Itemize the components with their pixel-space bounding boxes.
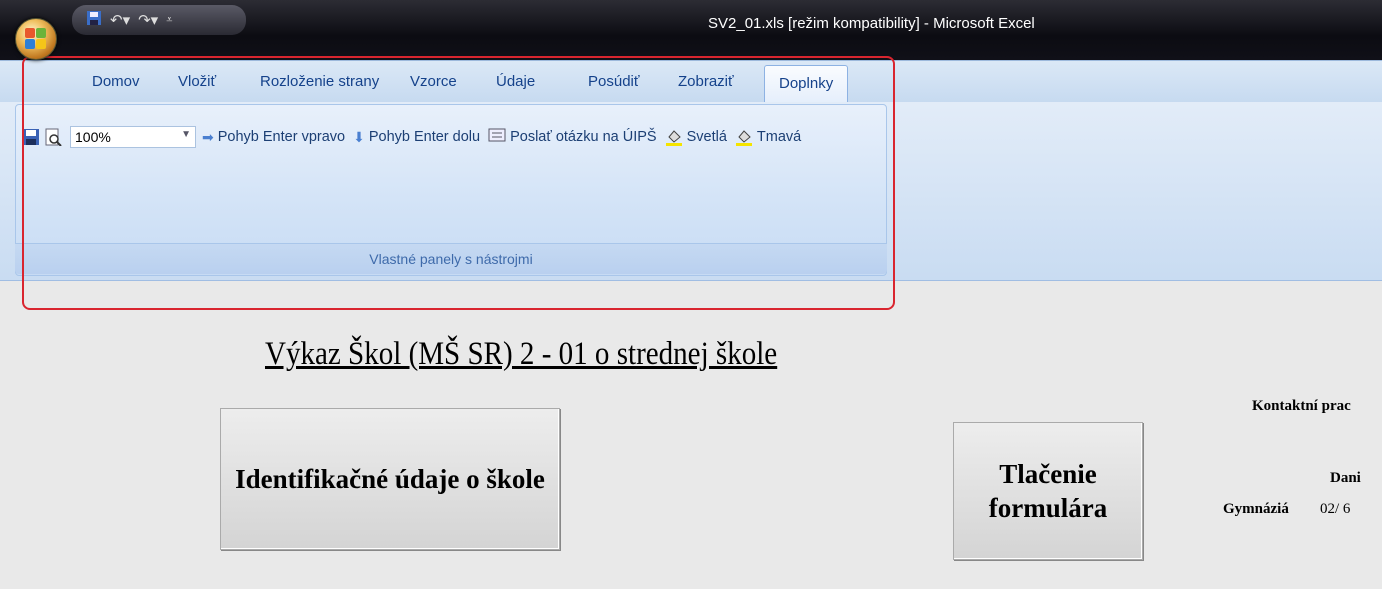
redo-icon[interactable]: ↷▾ [138, 11, 158, 29]
print-button-line2: formulára [988, 493, 1108, 523]
quick-access-toolbar: ↶▾ ↷▾ ⩡ [72, 5, 246, 35]
print-button-line1: Tlačenie [999, 459, 1097, 489]
save-icon[interactable] [86, 10, 102, 30]
undo-icon[interactable]: ↶▾ [110, 11, 130, 29]
school-type: Gymnáziá [1223, 501, 1289, 517]
contact-name: Dani [1330, 470, 1361, 486]
identification-data-button[interactable]: Identifikačné údaje o škole [220, 408, 560, 550]
office-logo-icon [25, 28, 47, 50]
office-button[interactable] [15, 18, 57, 60]
contact-phone: 02/ 6 [1320, 501, 1351, 517]
window-title: SV2_01.xls [režim kompatibility] - Micro… [708, 15, 1035, 32]
highlight-box [22, 56, 895, 310]
contact-label: Kontaktní prac [1252, 398, 1351, 414]
print-form-button[interactable]: Tlačenie formulára [953, 422, 1143, 560]
sheet-title: Výkaz Škol (MŠ SR) 2 - 01 o strednej ško… [265, 336, 778, 372]
customize-icon[interactable]: ⩡ [166, 14, 172, 27]
